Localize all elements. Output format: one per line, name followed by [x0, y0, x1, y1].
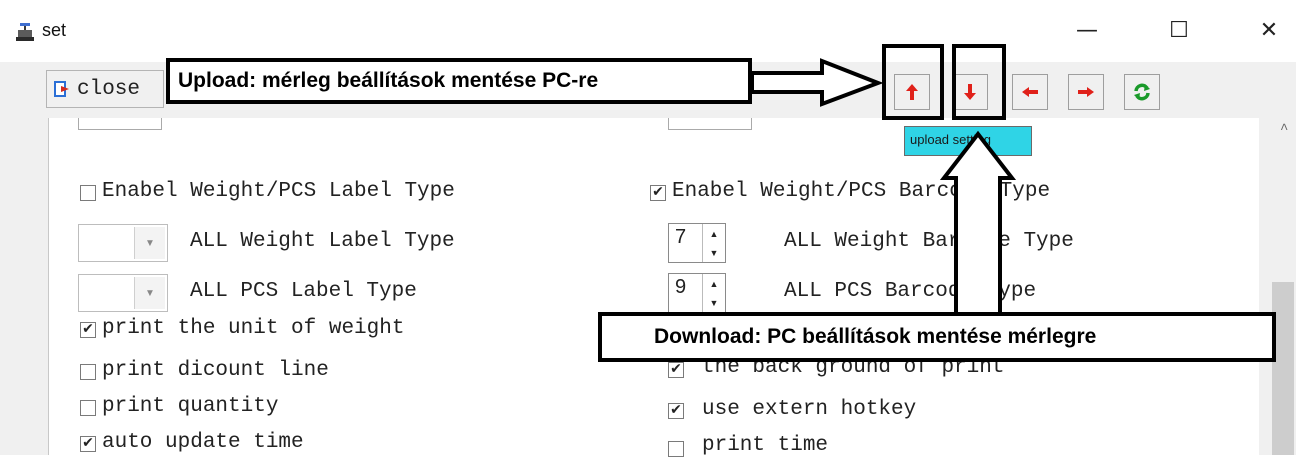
upload-arrow	[750, 58, 884, 107]
download-annotation: Download: PC beállítások mentése mérlegr…	[598, 312, 1276, 362]
download-arrow	[939, 130, 1017, 318]
annotation-arrows	[750, 58, 1017, 318]
